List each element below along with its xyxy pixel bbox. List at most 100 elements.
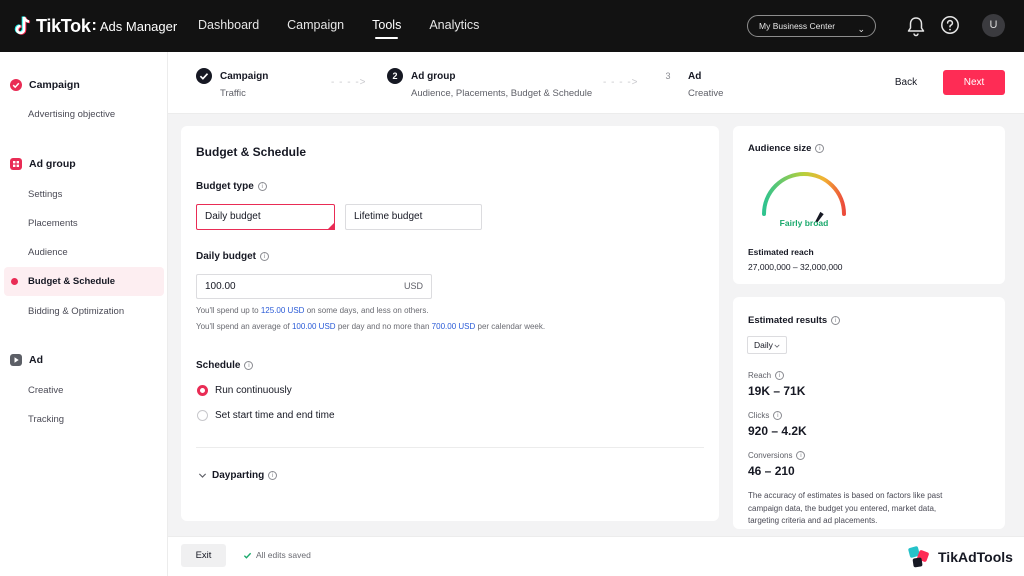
dayparting-toggle[interactable]: Dayparting i	[198, 470, 278, 481]
check-icon	[243, 552, 252, 559]
business-center-label: My Business Center	[759, 21, 836, 31]
gauge-arc	[762, 172, 846, 216]
currency-unit: USD	[403, 281, 423, 291]
sidebar: Campaign Advertising objective Ad group …	[0, 52, 168, 576]
info-icon[interactable]: i	[773, 411, 783, 420]
info-icon[interactable]: i	[244, 361, 254, 370]
estimated-results-title-text: Estimated results	[748, 315, 828, 326]
exit-button[interactable]: Exit	[181, 544, 226, 567]
sidebar-item-budget-schedule[interactable]: Budget & Schedule	[28, 276, 115, 287]
lifetime-budget-option[interactable]: Lifetime budget	[345, 204, 482, 230]
daily-budget-input[interactable]: 100.00 USD	[196, 274, 432, 299]
period-dropdown-value: Daily	[754, 340, 773, 350]
sidebar-section-ad-group[interactable]: Ad group	[10, 156, 76, 172]
nav-dashboard[interactable]: Dashboard	[198, 0, 259, 52]
hint-amount-week: 700.00 USD	[431, 322, 476, 331]
estimated-reach-value: 27,000,000 – 32,000,000	[748, 262, 843, 272]
run-continuously-label[interactable]: Run continuously	[215, 385, 292, 396]
conversions-label: Conversions i	[748, 451, 806, 460]
step-ad-number: 3	[665, 71, 671, 81]
save-status: All edits saved	[243, 550, 311, 560]
sidebar-section-ad[interactable]: Ad	[10, 352, 43, 368]
sidebar-item-settings[interactable]: Settings	[28, 189, 62, 200]
check-circle-icon	[10, 79, 22, 91]
nav-analytics[interactable]: Analytics	[429, 0, 479, 52]
budget-type-label-text: Budget type	[196, 181, 254, 192]
sidebar-item-audience[interactable]: Audience	[28, 247, 68, 258]
step-complete-check-icon	[196, 68, 212, 84]
play-icon	[10, 354, 22, 366]
chevron-down-icon	[774, 344, 780, 348]
set-start-end-label[interactable]: Set start time and end time	[215, 410, 335, 421]
set-start-end-radio[interactable]	[197, 410, 208, 421]
top-navigation-bar: TikTok : Ads Manager Dashboard Campaign …	[0, 0, 1024, 52]
hint-text: You'll spend up to	[196, 306, 259, 315]
chevron-down-icon: ⌄	[857, 24, 865, 34]
selected-corner-icon	[327, 222, 335, 230]
step-arrow-icon: - - - ->	[603, 77, 639, 88]
budget-type-label: Budget type i	[196, 181, 267, 192]
reach-value: 19K – 71K	[748, 384, 806, 398]
info-icon[interactable]: i	[268, 471, 278, 480]
step-campaign-title[interactable]: Campaign	[220, 71, 268, 82]
step-ad-subtitle: Creative	[688, 88, 724, 99]
tiktok-note-icon	[14, 16, 31, 35]
period-dropdown[interactable]: Daily	[747, 336, 787, 354]
gauge-label: Fairly broad	[779, 218, 829, 228]
info-icon[interactable]: i	[815, 144, 825, 153]
daily-budget-option-label: Daily budget	[205, 211, 261, 222]
tikadtools-logo-icon	[908, 546, 929, 568]
hint-text: You'll spend an average of	[196, 322, 290, 331]
audience-size-title-text: Audience size	[748, 143, 812, 154]
hint-text: per calendar week.	[477, 322, 546, 331]
tiktok-ads-manager-logo[interactable]: TikTok : Ads Manager	[14, 14, 177, 38]
clicks-label: Clicks i	[748, 411, 783, 420]
estimated-results-title: Estimated results i	[748, 315, 841, 326]
reach-label-text: Reach	[748, 371, 772, 380]
sidebar-item-placements[interactable]: Placements	[28, 218, 78, 229]
sidebar-item-bidding-optimization[interactable]: Bidding & Optimization	[28, 306, 124, 317]
conversions-label-text: Conversions	[748, 451, 793, 460]
info-icon[interactable]: i	[775, 371, 785, 380]
daily-budget-option[interactable]: Daily budget	[196, 204, 335, 230]
nav-campaign[interactable]: Campaign	[287, 0, 344, 52]
step-ad-group-number: 2	[387, 68, 403, 84]
audience-gauge	[762, 172, 846, 222]
tikadtools-watermark: TikAdTools	[906, 543, 1013, 571]
bell-icon[interactable]	[906, 15, 926, 37]
sidebar-section-ad-label: Ad	[29, 354, 43, 366]
info-icon[interactable]: i	[260, 252, 270, 261]
sidebar-item-tracking[interactable]: Tracking	[28, 414, 64, 425]
clicks-value: 920 – 4.2K	[748, 424, 807, 438]
info-icon[interactable]: i	[796, 451, 806, 460]
logo-product-text: Ads Manager	[99, 18, 178, 34]
hint-text: per day and no more than	[337, 322, 430, 331]
info-icon[interactable]: i	[831, 316, 841, 325]
next-button[interactable]: Next	[943, 70, 1005, 95]
business-center-dropdown[interactable]: My Business Center ⌄	[747, 15, 876, 37]
user-avatar[interactable]: U	[982, 14, 1005, 37]
step-ad-group-title[interactable]: Ad group	[411, 71, 455, 82]
dayparting-label: Dayparting	[212, 470, 265, 481]
info-icon[interactable]: i	[257, 182, 267, 191]
sidebar-section-campaign-label: Campaign	[29, 79, 80, 91]
budget-hint-max: You'll spend up to 125.00 USD on some da…	[196, 306, 429, 315]
conversions-value: 46 – 210	[748, 464, 795, 478]
schedule-label: Schedule i	[196, 360, 254, 371]
back-button[interactable]: Back	[888, 74, 924, 92]
clicks-label-text: Clicks	[748, 411, 770, 420]
hint-amount-average: 100.00 USD	[291, 322, 336, 331]
budget-hint-average: You'll spend an average of 100.00 USD pe…	[196, 322, 545, 331]
daily-budget-label-text: Daily budget	[196, 251, 257, 262]
step-campaign-subtitle: Traffic	[220, 88, 246, 99]
help-icon[interactable]	[940, 15, 960, 35]
sidebar-section-campaign[interactable]: Campaign	[10, 77, 80, 93]
step-ad-title[interactable]: Ad	[688, 71, 701, 82]
sidebar-section-ad-group-label: Ad group	[29, 158, 76, 170]
sidebar-item-creative[interactable]: Creative	[28, 385, 63, 396]
sidebar-item-advertising-objective[interactable]: Advertising objective	[28, 109, 115, 120]
section-divider	[196, 447, 704, 448]
run-continuously-radio[interactable]	[197, 385, 208, 396]
step-arrow-icon: - - - ->	[331, 77, 367, 88]
nav-tools[interactable]: Tools	[372, 0, 401, 52]
